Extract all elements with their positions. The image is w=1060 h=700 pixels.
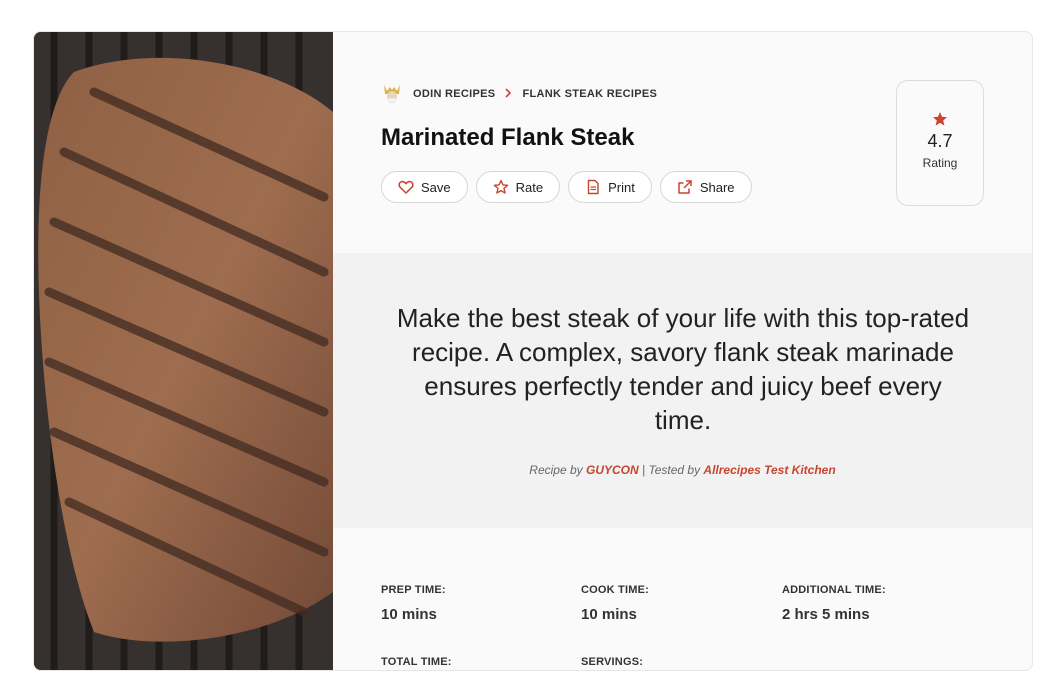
rating-label: Rating [922, 156, 958, 170]
recipe-card: ODIN RECIPES FLANK STEAK RECIPES Marinat… [33, 31, 1033, 671]
servings: SERVINGS: [581, 656, 643, 668]
chevron-right-icon [505, 87, 512, 101]
breadcrumb-flank-steak-recipes[interactable]: FLANK STEAK RECIPES [522, 88, 657, 100]
share-label: Share [699, 179, 735, 195]
tester-link[interactable]: Allrecipes Test Kitchen [703, 463, 835, 477]
cook-time: COOK TIME: 10 mins [581, 584, 649, 623]
byline: Recipe by GUYCON | Tested by Allrecipes … [333, 463, 1032, 477]
recipe-details: ODIN RECIPES FLANK STEAK RECIPES Marinat… [333, 32, 1032, 670]
document-icon [587, 179, 599, 195]
save-label: Save [421, 179, 451, 195]
breadcrumb-odin-recipes[interactable]: ODIN RECIPES [413, 88, 495, 100]
prep-time: PREP TIME: 10 mins [381, 584, 446, 623]
recipe-by-prefix: Recipe by [529, 463, 583, 477]
print-button[interactable]: Print [568, 171, 652, 203]
author-link[interactable]: GUYCON [586, 463, 639, 477]
star-filled-icon [933, 112, 947, 126]
external-share-icon [678, 180, 692, 194]
recipe-title: Marinated Flank Steak [381, 124, 635, 151]
star-outline-icon [493, 179, 508, 194]
additional-time-label: ADDITIONAL TIME: [782, 584, 886, 596]
rating-box: 4.7 Rating [896, 80, 984, 206]
cook-time-label: COOK TIME: [581, 584, 649, 596]
prep-time-value: 10 mins [381, 606, 437, 623]
additional-time-value: 2 hrs 5 mins [782, 606, 870, 623]
recipe-actions: Save Rate Print Share [381, 171, 752, 203]
recipe-description: Make the best steak of your life with th… [396, 303, 970, 435]
total-time-label: TOTAL TIME: [381, 656, 452, 668]
recipe-times: PREP TIME: 10 mins COOK TIME: 10 mins AD… [333, 528, 1032, 670]
breadcrumb: ODIN RECIPES FLANK STEAK RECIPES [381, 82, 657, 106]
odin-logo-icon [384, 85, 400, 104]
hero-image [34, 32, 333, 670]
servings-label: SERVINGS: [581, 656, 644, 668]
share-button[interactable]: Share [659, 171, 752, 203]
heart-icon [398, 180, 414, 195]
tested-by-prefix: | Tested by [642, 463, 701, 477]
description-band: Make the best steak of your life with th… [333, 253, 1032, 528]
save-button[interactable]: Save [381, 171, 468, 203]
total-time: TOTAL TIME: [381, 656, 452, 668]
additional-time: ADDITIONAL TIME: 2 hrs 5 mins [782, 584, 886, 623]
prep-time-label: PREP TIME: [381, 584, 446, 596]
rate-button[interactable]: Rate [475, 171, 561, 203]
rate-label: Rate [515, 179, 544, 195]
cook-time-value: 10 mins [581, 606, 637, 623]
rating-value: 4.7 [927, 131, 953, 151]
recipe-header: ODIN RECIPES FLANK STEAK RECIPES Marinat… [333, 32, 1032, 253]
print-label: Print [608, 179, 635, 195]
